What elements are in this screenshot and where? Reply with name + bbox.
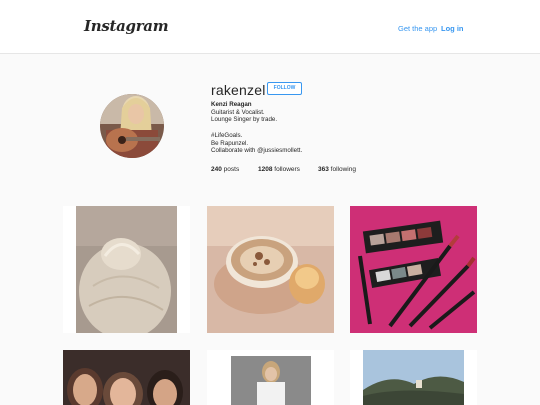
get-the-app-link[interactable]: Get the app (398, 24, 437, 33)
followers-stat[interactable]: 1208 followers (258, 166, 300, 173)
post-tile[interactable] (207, 206, 334, 333)
followers-label: followers (274, 166, 300, 173)
follow-button[interactable]: FOLLOW (267, 82, 302, 95)
bio-line: Lounge Singer by trade. (211, 116, 278, 124)
post-tile[interactable] (63, 350, 190, 405)
bio-line (211, 124, 302, 132)
profile-bio: Kenzi Reagan Guitarist & Vocalist. Loung… (211, 101, 302, 155)
post-tile[interactable] (350, 206, 477, 333)
makeup-lipsticks-photo (350, 206, 477, 333)
bio-line: Guitarist & Vocalist. (211, 108, 265, 116)
post-tile[interactable] (350, 350, 477, 405)
instagram-logo[interactable]: Instagram (84, 17, 169, 35)
profile-avatar[interactable] (100, 94, 164, 158)
woman-portrait-photo (207, 350, 334, 405)
posts-count: 240 (211, 166, 222, 173)
following-label: following (330, 166, 356, 173)
hair-bun-photo (63, 206, 190, 333)
post-tile[interactable] (63, 206, 190, 333)
cappuccino-photo (207, 206, 334, 333)
bio-line: Collaborate with @jussiesmollett. (211, 147, 303, 155)
log-in-link[interactable]: Log in (441, 24, 464, 33)
following-stat[interactable]: 363 following (318, 166, 356, 173)
posts-stat: 240 posts (211, 166, 239, 173)
bio-line: Be Rapunzel. (211, 139, 249, 147)
following-count: 363 (318, 166, 329, 173)
hills-landscape-photo (350, 350, 477, 405)
top-navigation-bar: Instagram Get the app Log in (0, 0, 540, 54)
posts-label: posts (223, 166, 240, 173)
profile-username: rakenzel (211, 82, 266, 98)
followers-count: 1208 (258, 166, 273, 173)
profile-full-name: Kenzi Reagan (211, 101, 252, 108)
avatar-photo (100, 94, 164, 158)
bio-line: #LifeGoals. (211, 131, 243, 139)
post-tile[interactable] (207, 350, 334, 405)
friends-selfie-photo (63, 350, 190, 405)
